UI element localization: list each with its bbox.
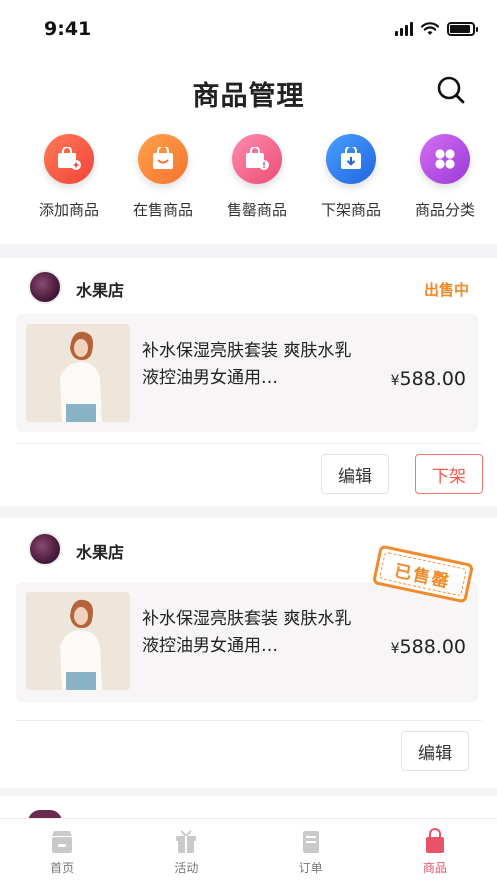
quick-on-sale[interactable]: 在售商品 <box>116 134 210 220</box>
product-image <box>26 592 130 690</box>
product-card: 水果店 出售中 补水保湿亮肤套装 爽肤水乳液控油男女通用… ¥588.00 编辑… <box>0 258 497 506</box>
quick-category[interactable]: 商品分类 <box>398 134 492 220</box>
quick-label-add: 添加商品 <box>38 201 99 219</box>
alert-bag-icon <box>232 134 282 184</box>
product-price: ¥588.00 <box>391 368 466 390</box>
price-currency: ¥ <box>390 373 400 389</box>
product-image <box>26 324 130 422</box>
status-icons <box>395 22 478 36</box>
divider <box>16 720 482 721</box>
quick-label-category: 商品分类 <box>414 201 475 219</box>
order-icon <box>302 831 319 853</box>
quick-menu: 添加商品 在售商品 售罄商品 下架商品 商品分类 <box>0 134 497 220</box>
price-value: 588.00 <box>399 368 466 390</box>
product-card-partial <box>0 796 497 822</box>
tab-activity[interactable]: 活动 <box>124 819 248 883</box>
battery-icon <box>447 22 478 36</box>
product-title: 补水保湿亮肤套装 爽肤水乳液控油男女通用… <box>142 609 352 656</box>
shop-name: 水果店 <box>76 281 125 300</box>
product-price: ¥588.00 <box>391 636 466 658</box>
quick-add-product[interactable]: 添加商品 <box>22 134 116 220</box>
price-value: 588.00 <box>399 636 466 658</box>
status-bar: 9:41 <box>0 0 497 58</box>
shop-name: 水果店 <box>76 543 125 562</box>
quick-label-on-sale: 在售商品 <box>132 201 193 219</box>
tab-orders[interactable]: 订单 <box>249 819 373 883</box>
shop-avatar <box>28 532 62 566</box>
tab-label-home: 首页 <box>50 861 75 875</box>
quick-label-sold-out: 售罄商品 <box>226 201 287 219</box>
wifi-icon <box>421 22 439 35</box>
search-button[interactable] <box>435 74 467 106</box>
tab-label-products: 商品 <box>422 861 447 875</box>
smile-bag-icon <box>138 134 188 184</box>
tab-home[interactable]: 首页 <box>0 819 124 883</box>
product-title: 补水保湿亮肤套装 爽肤水乳液控油男女通用… <box>142 341 352 388</box>
edit-button[interactable]: 编辑 <box>401 731 469 771</box>
edit-button[interactable]: 编辑 <box>321 454 389 494</box>
signal-icon <box>395 22 413 36</box>
header: 商品管理 添加商品 在售商品 售罄商品 下架商品 商品分类 <box>0 58 497 244</box>
divider <box>16 443 482 444</box>
tab-label-activity: 活动 <box>174 861 199 875</box>
product-item[interactable]: 补水保湿亮肤套装 爽肤水乳液控油男女通用… ¥588.00 <box>16 314 478 432</box>
down-bag-icon <box>326 134 376 184</box>
quick-off-shelf[interactable]: 下架商品 <box>304 134 398 220</box>
tab-products[interactable]: 商品 <box>373 819 497 883</box>
search-icon <box>437 76 465 104</box>
product-card: 水果店 补水保湿亮肤套装 爽肤水乳液控油男女通用… ¥588.00 已售罄 编辑 <box>0 518 497 788</box>
quick-sold-out[interactable]: 售罄商品 <box>210 134 304 220</box>
add-bag-icon <box>44 134 94 184</box>
quick-label-off-shelf: 下架商品 <box>320 201 381 219</box>
off-shelf-button[interactable]: 下架 <box>415 454 483 494</box>
price-currency: ¥ <box>390 641 400 657</box>
tab-bar: 首页 活动 订单 商品 <box>0 818 497 883</box>
grid-icon <box>420 134 470 184</box>
tab-label-orders: 订单 <box>298 861 323 875</box>
shop-icon <box>52 831 73 853</box>
product-item[interactable]: 补水保湿亮肤套装 爽肤水乳液控油男女通用… ¥588.00 <box>16 582 478 702</box>
status-badge: 出售中 <box>423 281 469 299</box>
status-time: 9:41 <box>44 18 92 40</box>
shop-avatar <box>28 270 62 304</box>
page-title: 商品管理 <box>192 81 305 112</box>
gift-icon <box>176 830 197 853</box>
bag-icon <box>425 828 444 853</box>
